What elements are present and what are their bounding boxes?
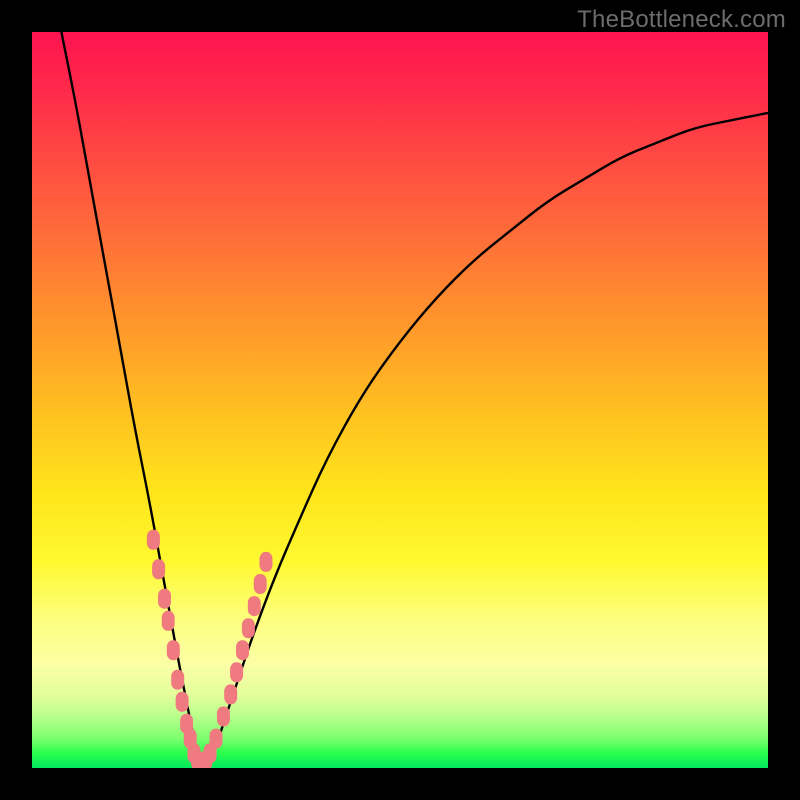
bottleneck-chart-svg xyxy=(32,32,768,768)
sample-point xyxy=(242,618,255,638)
sample-point xyxy=(260,552,273,572)
sample-point xyxy=(158,589,171,609)
sample-point xyxy=(167,640,180,660)
watermark-text: TheBottleneck.com xyxy=(577,6,786,34)
sample-point xyxy=(230,662,243,682)
marker-group xyxy=(147,530,273,768)
sample-point xyxy=(171,670,184,690)
sample-point xyxy=(236,640,249,660)
sample-point xyxy=(162,611,175,631)
plot-area xyxy=(32,32,768,768)
sample-point xyxy=(176,692,189,712)
sample-point xyxy=(152,559,165,579)
outer-frame: TheBottleneck.com xyxy=(0,0,800,800)
sample-point xyxy=(224,684,237,704)
sample-point xyxy=(248,596,261,616)
sample-point xyxy=(210,729,223,749)
sample-point xyxy=(217,707,230,727)
sample-point xyxy=(254,574,267,594)
sample-point xyxy=(147,530,160,550)
